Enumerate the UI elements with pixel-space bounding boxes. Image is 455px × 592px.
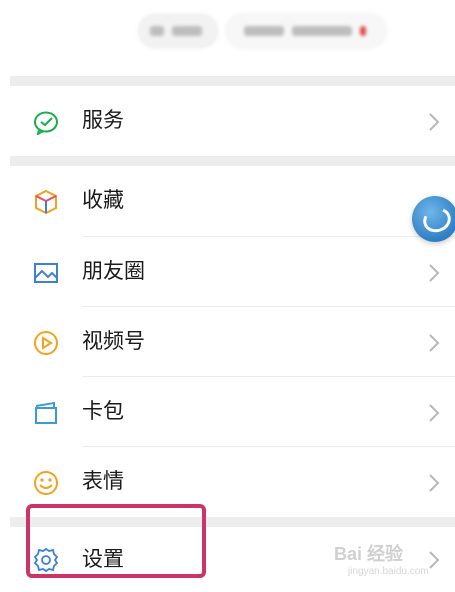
menu-item-label: 服务 bbox=[82, 108, 124, 132]
menu-item-label: 朋友圈 bbox=[82, 259, 145, 283]
menu-item-channels[interactable]: 视频号 bbox=[0, 307, 455, 377]
profile-header bbox=[0, 0, 455, 76]
chevron-right-icon bbox=[429, 404, 440, 422]
wechat-pay-icon bbox=[34, 111, 58, 135]
menu-item-favorites[interactable]: 收藏 bbox=[0, 166, 455, 236]
smile-icon bbox=[34, 471, 58, 495]
chevron-right-icon bbox=[429, 551, 440, 569]
menu-item-label: 视频号 bbox=[82, 329, 145, 353]
floating-assistant-button[interactable] bbox=[412, 196, 455, 242]
chevron-right-icon bbox=[429, 474, 440, 492]
baidu-watermark: Bai 经验 bbox=[334, 544, 404, 564]
section-gap bbox=[10, 156, 455, 166]
status-pill-extended[interactable] bbox=[226, 14, 386, 48]
settings-highlight-box bbox=[26, 504, 206, 578]
section-gap bbox=[10, 76, 455, 86]
play-circle-icon bbox=[34, 331, 58, 355]
chevron-right-icon bbox=[429, 113, 440, 131]
chevron-right-icon bbox=[429, 334, 440, 352]
menu-item-label: 卡包 bbox=[82, 399, 124, 423]
menu-item-label: 收藏 bbox=[82, 188, 124, 212]
baidu-watermark-url: jingyan.baidu.com bbox=[348, 566, 429, 577]
card-wallet-icon bbox=[35, 401, 57, 424]
status-pill[interactable] bbox=[138, 14, 218, 48]
image-icon bbox=[34, 263, 58, 283]
menu-item-services[interactable]: 服务 bbox=[0, 86, 455, 156]
menu-item-label: 表情 bbox=[82, 469, 124, 493]
cube-icon bbox=[35, 189, 57, 215]
menu-item-moments[interactable]: 朋友圈 bbox=[0, 237, 455, 307]
chevron-right-icon bbox=[429, 264, 440, 282]
menu-item-card-wallet[interactable]: 卡包 bbox=[0, 377, 455, 447]
